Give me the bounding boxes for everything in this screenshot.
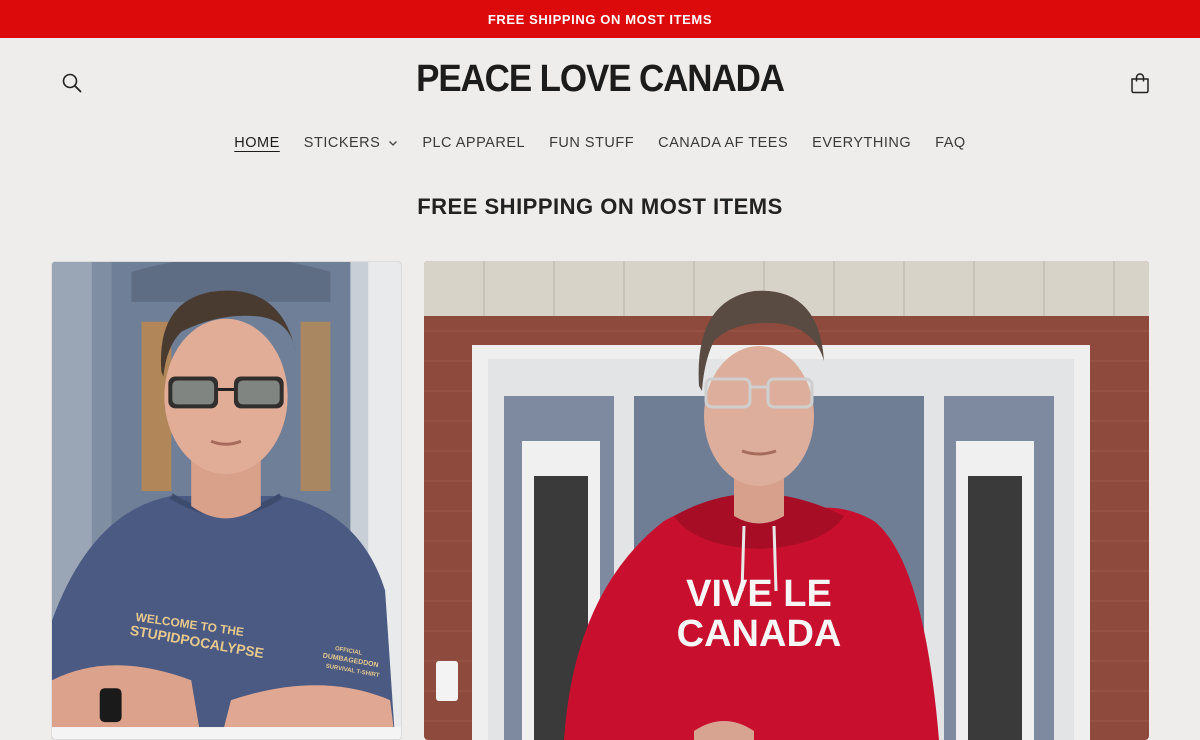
main-nav: HOME STICKERS PLC APPAREL FUN STUFF CANA… [0, 128, 1200, 158]
nav-item-label: FUN STUFF [549, 135, 635, 151]
nav-item-label: CANADA AF TEES [658, 135, 789, 151]
section-title: FREE SHIPPING ON MOST ITEMS [417, 194, 783, 219]
product-image-tshirt: WELCOME TO THE STUPIDPOCALYPSE OFFICIAL … [52, 262, 401, 739]
nav-item-everything[interactable]: EVERYTHING [800, 135, 923, 151]
cart-button[interactable] [1120, 63, 1160, 103]
product-card-hoodie[interactable]: VIVE LE CANADA [424, 261, 1149, 740]
nav-item-plc-apparel[interactable]: PLC APPAREL [410, 135, 537, 151]
product-image-hoodie: VIVE LE CANADA [424, 261, 1149, 740]
nav-item-label: HOME [234, 135, 280, 151]
nav-item-label: FAQ [935, 135, 966, 151]
nav-item-stickers[interactable]: STICKERS [292, 135, 411, 151]
announcement-bar: FREE SHIPPING ON MOST ITEMS [0, 0, 1200, 38]
nav-item-label: STICKERS [303, 135, 381, 151]
chevron-down-icon [389, 141, 398, 146]
nav-item-fun-stuff[interactable]: FUN STUFF [537, 135, 646, 151]
site-logo[interactable]: PEACE LOVE CANADA [48, 58, 1152, 101]
nav-item-canada-af-tees[interactable]: CANADA AF TEES [646, 135, 800, 151]
product-card-tshirt[interactable]: WELCOME TO THE STUPIDPOCALYPSE OFFICIAL … [51, 261, 402, 740]
nav-item-label: PLC APPAREL [422, 135, 526, 151]
hoodie-text-line2: CANADA [677, 613, 842, 655]
hoodie-text-line1: VIVE LE [686, 573, 832, 615]
nav-item-home[interactable]: HOME [222, 135, 292, 151]
cart-icon [1131, 73, 1149, 94]
site-header: PEACE LOVE CANADA [0, 38, 1200, 128]
nav-item-label: EVERYTHING [812, 135, 912, 151]
nav-item-faq[interactable]: FAQ [923, 135, 978, 151]
announcement-text: FREE SHIPPING ON MOST ITEMS [487, 11, 713, 27]
